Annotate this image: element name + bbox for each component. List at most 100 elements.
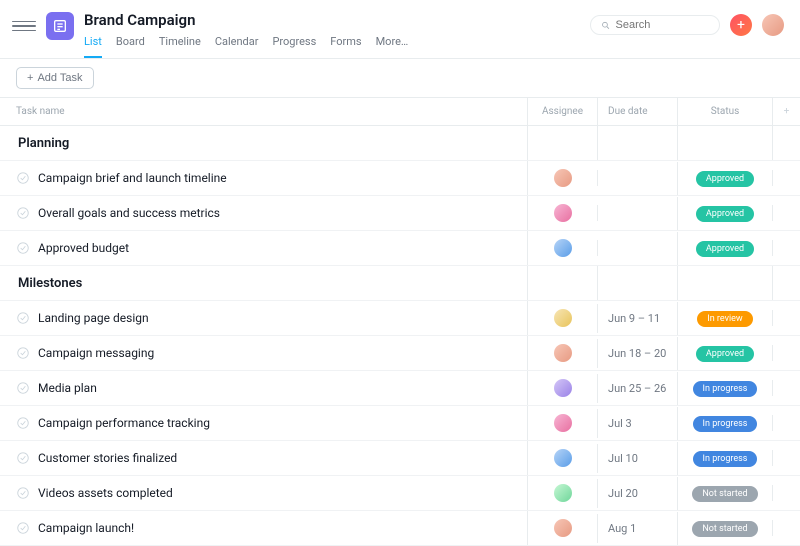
global-add-button[interactable]: + — [730, 14, 752, 36]
due-date[interactable]: Jun 25 – 26 — [597, 374, 677, 403]
tab-progress[interactable]: Progress — [272, 35, 316, 58]
menu-icon[interactable] — [12, 14, 36, 38]
section-heading[interactable]: Planning — [0, 126, 527, 157]
col-header-due[interactable]: Due date — [597, 98, 677, 125]
task-title: Campaign brief and launch timeline — [38, 171, 227, 185]
section-heading[interactable]: Milestones — [0, 266, 527, 297]
column-headers: Task name Assignee Due date Status + — [0, 97, 800, 126]
assignee-avatar[interactable] — [554, 169, 572, 187]
toolbar: + Add Task — [0, 59, 800, 97]
col-header-status[interactable]: Status — [677, 98, 772, 125]
status-pill[interactable]: Approved — [696, 346, 754, 362]
tab-more[interactable]: More… — [376, 35, 409, 58]
assignee-avatar[interactable] — [554, 484, 572, 502]
complete-check-icon[interactable] — [16, 416, 30, 430]
complete-check-icon[interactable] — [16, 381, 30, 395]
task-title: Media plan — [38, 381, 97, 395]
due-date[interactable]: Jun 18 – 20 — [597, 339, 677, 368]
due-date[interactable]: Jun 9 – 11 — [597, 304, 677, 333]
task-title: Videos assets completed — [38, 486, 173, 500]
row-add — [772, 205, 800, 221]
complete-check-icon[interactable] — [16, 521, 30, 535]
row-add — [772, 380, 800, 396]
search-input[interactable] — [616, 19, 709, 31]
task-row[interactable]: Landing page design Jun 9 – 11 In review — [0, 301, 800, 336]
tab-list[interactable]: List — [84, 35, 102, 58]
add-task-button[interactable]: + Add Task — [16, 67, 94, 89]
col-header-name[interactable]: Task name — [0, 98, 527, 125]
row-add — [772, 520, 800, 536]
row-add — [772, 240, 800, 256]
task-title: Overall goals and success metrics — [38, 206, 220, 220]
due-date[interactable]: Jul 20 — [597, 479, 677, 508]
user-avatar[interactable] — [762, 14, 784, 36]
task-row[interactable]: Campaign performance tracking Jul 3 In pro… — [0, 406, 800, 441]
task-list: Planning Campaign brief and launch timeli… — [0, 126, 800, 546]
due-date[interactable] — [597, 240, 677, 256]
status-pill[interactable]: In progress — [693, 451, 758, 467]
due-date[interactable] — [597, 205, 677, 221]
assignee-avatar[interactable] — [554, 449, 572, 467]
complete-check-icon[interactable] — [16, 451, 30, 465]
complete-check-icon[interactable] — [16, 311, 30, 325]
complete-check-icon[interactable] — [16, 486, 30, 500]
status-pill[interactable]: In progress — [693, 381, 758, 397]
search-icon — [601, 20, 611, 31]
task-row[interactable]: Approved budget Approved — [0, 231, 800, 266]
row-add — [772, 345, 800, 361]
row-add — [772, 450, 800, 466]
status-pill[interactable]: In progress — [693, 416, 758, 432]
task-row[interactable]: Media plan Jun 25 – 26 In progress — [0, 371, 800, 406]
task-title: Customer stories finalized — [38, 451, 177, 465]
assignee-avatar[interactable] — [554, 344, 572, 362]
assignee-avatar[interactable] — [554, 414, 572, 432]
status-pill[interactable]: Approved — [696, 206, 754, 222]
row-add — [772, 415, 800, 431]
complete-check-icon[interactable] — [16, 171, 30, 185]
tab-forms[interactable]: Forms — [330, 35, 361, 58]
assignee-avatar[interactable] — [554, 204, 572, 222]
assignee-avatar[interactable] — [554, 309, 572, 327]
status-pill[interactable]: Approved — [696, 241, 754, 257]
task-row[interactable]: Overall goals and success metrics Approve… — [0, 196, 800, 231]
col-header-add[interactable]: + — [772, 98, 800, 125]
tab-board[interactable]: Board — [116, 35, 145, 58]
project-icon — [46, 12, 74, 40]
task-title: Approved budget — [38, 241, 129, 255]
complete-check-icon[interactable] — [16, 241, 30, 255]
task-row[interactable]: Campaign messaging Jun 18 – 20 Approved — [0, 336, 800, 371]
due-date[interactable]: Jul 3 — [597, 409, 677, 438]
task-title: Landing page design — [38, 311, 149, 325]
project-title: Brand Campaign — [84, 8, 590, 29]
tab-timeline[interactable]: Timeline — [159, 35, 201, 58]
due-date[interactable] — [597, 170, 677, 186]
row-add — [772, 170, 800, 186]
app-header: Brand Campaign List Board Timeline Calendar… — [0, 0, 800, 59]
view-tabs: List Board Timeline Calendar Progress Forms Mo… — [84, 35, 590, 58]
search-box[interactable] — [590, 15, 720, 35]
assignee-avatar[interactable] — [554, 239, 572, 257]
add-task-label: Add Task — [37, 72, 82, 84]
task-row[interactable]: Customer stories finalized Jul 10 In progr… — [0, 441, 800, 476]
complete-check-icon[interactable] — [16, 346, 30, 360]
task-title: Campaign messaging — [38, 346, 154, 360]
due-date[interactable]: Aug 1 — [597, 514, 677, 543]
task-row[interactable]: Videos assets completed Jul 20 Not started — [0, 476, 800, 511]
row-add — [772, 485, 800, 501]
status-pill[interactable]: Not started — [692, 486, 757, 502]
status-pill[interactable]: Approved — [696, 171, 754, 187]
row-add — [772, 310, 800, 326]
due-date[interactable]: Jul 10 — [597, 444, 677, 473]
status-pill[interactable]: Not started — [692, 521, 757, 537]
assignee-avatar[interactable] — [554, 379, 572, 397]
task-row[interactable]: Campaign launch! Aug 1 Not started — [0, 511, 800, 546]
assignee-avatar[interactable] — [554, 519, 572, 537]
col-header-assignee[interactable]: Assignee — [527, 98, 597, 125]
complete-check-icon[interactable] — [16, 206, 30, 220]
plus-icon: + — [27, 72, 33, 84]
task-title: Campaign performance tracking — [38, 416, 210, 430]
tab-calendar[interactable]: Calendar — [215, 35, 259, 58]
task-title: Campaign launch! — [38, 521, 134, 535]
status-pill[interactable]: In review — [697, 311, 752, 327]
task-row[interactable]: Campaign brief and launch timeline Approv… — [0, 161, 800, 196]
